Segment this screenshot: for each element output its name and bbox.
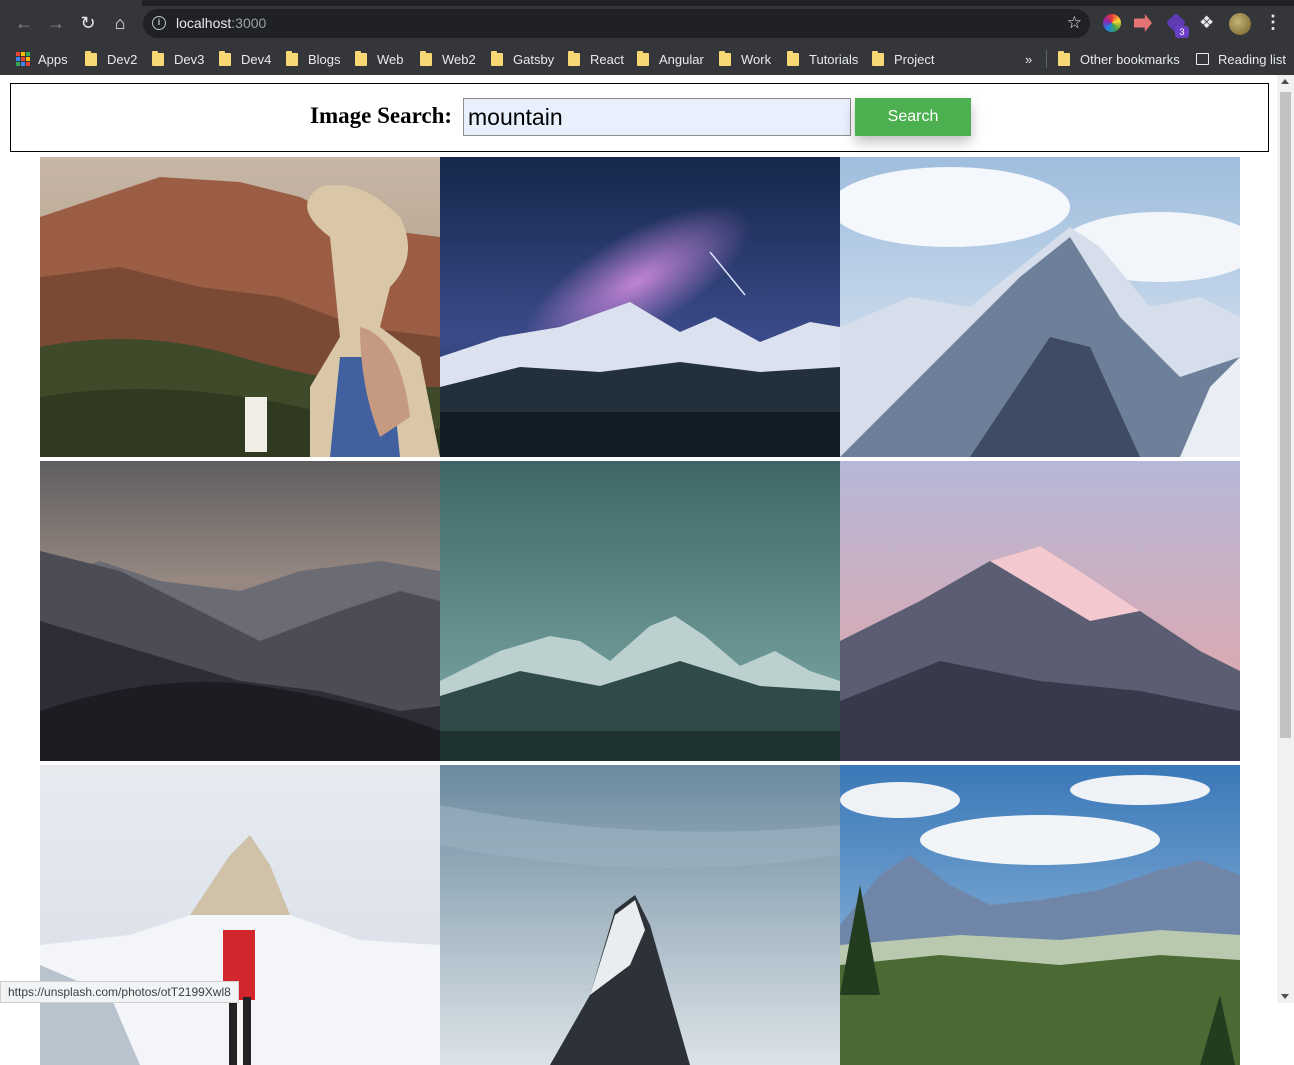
teal-mountains-photo bbox=[440, 461, 840, 761]
folder-icon bbox=[872, 50, 884, 66]
folder-icon bbox=[491, 50, 503, 66]
bookmark-label: Gatsby bbox=[513, 51, 555, 67]
bookmark-folder-other[interactable]: Other bookmarks bbox=[1058, 49, 1180, 69]
arrow-extension-icon[interactable] bbox=[1134, 14, 1152, 32]
bookmark-label: React bbox=[590, 51, 624, 67]
bookmark-label: Web bbox=[377, 51, 404, 67]
folder-icon bbox=[286, 50, 298, 66]
reload-icon[interactable]: ↻ bbox=[77, 12, 99, 34]
folder-icon bbox=[719, 50, 731, 66]
bookmark-folder-react[interactable]: React bbox=[568, 49, 624, 69]
browser-toolbar: ← → ↻ ⌂ i localhost:3000 ☆ 3 ❖ ⋮ bbox=[0, 0, 1294, 44]
bookmark-label: Tutorials bbox=[809, 51, 859, 67]
url-host: localhost bbox=[176, 15, 232, 31]
image-result[interactable] bbox=[40, 765, 440, 1065]
bookmarks-overflow-button[interactable]: » bbox=[1025, 49, 1032, 69]
folder-icon bbox=[420, 50, 432, 66]
bookmark-label: Dev2 bbox=[107, 51, 138, 67]
search-button[interactable]: Search bbox=[855, 98, 971, 136]
bookmark-label: Reading list bbox=[1218, 51, 1286, 67]
vertical-scrollbar[interactable] bbox=[1277, 75, 1294, 1003]
bookmark-label: Web2 bbox=[442, 51, 476, 67]
bookmark-folder-dev4[interactable]: Dev4 bbox=[219, 49, 271, 69]
snowy-peaks-photo bbox=[840, 157, 1240, 457]
bookmark-label: Apps bbox=[38, 51, 68, 67]
bookmark-folder-angular[interactable]: Angular bbox=[637, 49, 704, 69]
menu-kebab-icon[interactable]: ⋮ bbox=[1264, 12, 1282, 33]
image-result[interactable] bbox=[440, 765, 840, 1065]
search-form: Image Search: Search bbox=[10, 83, 1269, 152]
hiker-matterhorn-photo bbox=[40, 765, 440, 1065]
url-port: :3000 bbox=[231, 15, 267, 31]
image-result[interactable] bbox=[840, 157, 1240, 457]
image-results-grid bbox=[40, 157, 1240, 1065]
bookmark-label: Angular bbox=[659, 51, 704, 67]
reading-list-button[interactable]: Reading list bbox=[1196, 49, 1286, 69]
scroll-thumb[interactable] bbox=[1280, 92, 1291, 738]
folder-icon bbox=[355, 50, 367, 66]
bookmark-folder-blogs[interactable]: Blogs bbox=[286, 49, 341, 69]
bookmark-folder-web[interactable]: Web bbox=[355, 49, 404, 69]
bookmark-folder-dev2[interactable]: Dev2 bbox=[85, 49, 137, 69]
bookmark-label: Blogs bbox=[308, 51, 341, 67]
woman-at-canyon-photo bbox=[40, 157, 440, 457]
pink-peak-photo bbox=[840, 461, 1240, 761]
search-label: Image Search: bbox=[310, 103, 453, 128]
active-tab-edge[interactable] bbox=[0, 0, 142, 6]
milky-way-mountains-photo bbox=[440, 157, 840, 457]
bookmark-folder-project[interactable]: Project bbox=[872, 49, 934, 69]
image-result[interactable] bbox=[840, 461, 1240, 761]
bookmark-folder-gatsby[interactable]: Gatsby bbox=[491, 49, 554, 69]
misty-ridges-photo bbox=[40, 461, 440, 761]
folder-icon bbox=[1058, 50, 1070, 66]
folder-icon bbox=[152, 50, 164, 66]
folder-icon bbox=[568, 50, 580, 66]
bookmark-folder-dev3[interactable]: Dev3 bbox=[152, 49, 204, 69]
bookmark-label: Dev4 bbox=[241, 51, 272, 67]
extension-badge: 3 bbox=[1175, 26, 1189, 38]
color-picker-extension-icon[interactable] bbox=[1103, 14, 1121, 32]
bookmark-folder-work[interactable]: Work bbox=[719, 49, 771, 69]
cloudy-summit-photo bbox=[440, 765, 840, 1065]
reading-list-icon bbox=[1196, 53, 1209, 65]
scroll-down-arrow-icon[interactable] bbox=[1281, 994, 1289, 999]
bookmark-folder-tutorials[interactable]: Tutorials bbox=[787, 49, 858, 69]
home-icon[interactable]: ⌂ bbox=[109, 12, 131, 34]
bookmarks-divider bbox=[1046, 50, 1047, 68]
folder-icon bbox=[787, 50, 799, 66]
image-result[interactable] bbox=[840, 765, 1240, 1065]
forward-arrow-icon[interactable]: → bbox=[45, 12, 67, 34]
bookmark-apps[interactable]: Apps bbox=[16, 49, 68, 69]
profile-avatar[interactable] bbox=[1229, 13, 1251, 35]
scroll-up-arrow-icon[interactable] bbox=[1281, 79, 1289, 84]
bookmarks-bar: Apps Dev2 Dev3 Dev4 Blogs Web Web2 Gatsb… bbox=[0, 44, 1294, 75]
site-info-icon[interactable]: i bbox=[152, 16, 166, 30]
apps-grid-icon bbox=[16, 52, 30, 66]
tab-strip bbox=[0, 0, 1294, 6]
address-bar[interactable]: i localhost:3000 ☆ bbox=[143, 9, 1090, 38]
alpine-valley-photo bbox=[840, 765, 1240, 1065]
image-result[interactable] bbox=[40, 157, 440, 457]
folder-icon bbox=[637, 50, 649, 66]
bookmark-label: Dev3 bbox=[174, 51, 205, 67]
image-result[interactable] bbox=[440, 461, 840, 761]
bookmark-folder-web2[interactable]: Web2 bbox=[420, 49, 476, 69]
search-input[interactable] bbox=[463, 98, 851, 136]
status-bar-link: https://unsplash.com/photos/otT2199Xwl8 bbox=[0, 981, 239, 1003]
folder-icon bbox=[85, 50, 97, 66]
back-arrow-icon[interactable]: ← bbox=[13, 12, 35, 34]
folder-icon bbox=[219, 50, 231, 66]
bookmark-label: Other bookmarks bbox=[1080, 51, 1180, 67]
address-url[interactable]: localhost:3000 bbox=[176, 15, 266, 31]
bookmark-label: Project bbox=[894, 51, 935, 67]
image-result[interactable] bbox=[440, 157, 840, 457]
bookmark-label: Work bbox=[741, 51, 772, 67]
image-result[interactable] bbox=[40, 461, 440, 761]
bookmark-star-icon[interactable]: ☆ bbox=[1067, 13, 1082, 33]
extensions-puzzle-icon[interactable]: ❖ bbox=[1199, 13, 1214, 33]
